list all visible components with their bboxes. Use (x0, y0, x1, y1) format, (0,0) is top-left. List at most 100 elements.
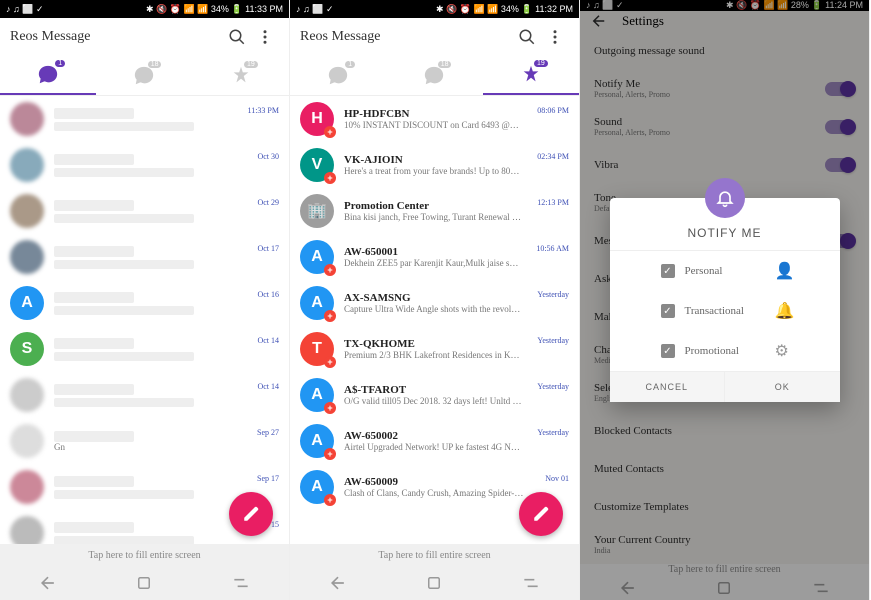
timestamp: Yesterday (537, 336, 569, 345)
conversation-row[interactable]: 🏢Promotion CenterBina kisi janch, Free T… (290, 188, 579, 234)
timestamp: 10:56 AM (536, 244, 569, 253)
message-preview (54, 490, 194, 499)
recents-button[interactable] (229, 571, 253, 595)
tabs: 1 18 19 (290, 56, 579, 96)
status-bar: ♪ ♫ ⬜ ✓ ✱ 🔇 ⏰ 📶 📶 34% 🔋 11:33 PM (0, 0, 289, 18)
contact-name (54, 246, 134, 257)
conversation-row[interactable]: A+AW-650002Airtel Upgraded Network! UP k… (290, 418, 579, 464)
search-icon[interactable] (223, 23, 251, 51)
timestamp: 12:13 PM (537, 198, 569, 207)
home-button[interactable] (132, 571, 156, 595)
row-content: Gn (54, 431, 243, 452)
avatar (10, 194, 44, 228)
timestamp: Oct 30 (257, 152, 279, 161)
tab-promotional[interactable]: 19 (483, 56, 579, 95)
plus-badge: + (324, 494, 336, 506)
conversation-row[interactable]: Oct 29 (0, 188, 289, 234)
avatar: A+ (300, 470, 334, 504)
sender-name: AW-650002 (344, 430, 523, 442)
timestamp: Oct 14 (257, 336, 279, 345)
back-button[interactable] (326, 571, 350, 595)
row-content (54, 200, 243, 223)
conversation-row[interactable]: V+VK-AJIOINHere's a treat from your fave… (290, 142, 579, 188)
tab-personal[interactable]: 1 (0, 56, 96, 95)
tab-badge: 1 (345, 61, 355, 68)
plus-badge: + (324, 264, 336, 276)
row-content: A$-TFAROTO/G valid till05 Dec 2018. 32 d… (344, 384, 523, 406)
status-bar: ♪ ♫ ⬜ ✓ ✱ 🔇 ⏰ 📶 📶 34% 🔋 11:32 PM (290, 0, 579, 18)
message-preview: Clash of Clans, Candy Crush, Amazing Spi… (344, 488, 531, 498)
row-content (54, 108, 234, 131)
conversation-row[interactable]: GnSep 27 (0, 418, 289, 464)
personal-tab-icon: 1 (327, 65, 349, 87)
dialog-option-transactional[interactable]: ✓ Transactional 🔔 (610, 291, 840, 331)
conversation-row[interactable]: Oct 17 (0, 234, 289, 280)
back-button[interactable] (36, 571, 60, 595)
sender-name: VK-AJIOIN (344, 154, 523, 166)
tabs: 1 18 19 (0, 56, 289, 96)
conversation-row[interactable]: Oct 30 (0, 142, 289, 188)
message-preview (54, 536, 194, 545)
avatar: A+ (300, 286, 334, 320)
dialog-option-personal[interactable]: ✓ Personal 👤 (610, 251, 840, 291)
message-preview (54, 168, 194, 177)
app-header: Reos Message (290, 18, 579, 56)
recents-button[interactable] (519, 571, 543, 595)
cancel-button[interactable]: CANCEL (610, 372, 726, 402)
dialog-overlay[interactable]: NOTIFY ME ✓ Personal 👤 ✓ Transactional 🔔… (580, 0, 869, 600)
avatar: S (10, 332, 44, 366)
compose-fab[interactable] (229, 492, 273, 536)
conversation-row[interactable]: S Oct 14 (0, 326, 289, 372)
sender-name: A$-TFAROT (344, 384, 523, 396)
contact-name (54, 522, 134, 533)
conversation-list[interactable]: 11:33 PM Oct 30 Oct 29Oct 17AOct 16 S Oct 14… (0, 96, 289, 544)
bell-icon: 🔔 (775, 301, 789, 321)
screen-personal: ♪ ♫ ⬜ ✓ ✱ 🔇 ⏰ 📶 📶 34% 🔋 11:33 PM Reos Me… (0, 0, 290, 600)
home-button[interactable] (422, 571, 446, 595)
conversation-row[interactable]: AOct 16 (0, 280, 289, 326)
conversation-row[interactable]: Oct 14 (0, 372, 289, 418)
message-preview: O/G valid till05 Dec 2018. 32 days left!… (344, 396, 523, 406)
row-content (54, 338, 243, 361)
conversation-row[interactable]: A+AW-650001Dekhein ZEE5 par Karenjit Kau… (290, 234, 579, 280)
timestamp: 02:34 PM (537, 152, 569, 161)
search-icon[interactable] (513, 23, 541, 51)
conversation-row[interactable]: A+A$-TFAROTO/G valid till05 Dec 2018. 32… (290, 372, 579, 418)
conversation-row[interactable]: H+HP-HDFCBN10% INSTANT DISCOUNT on Card … (290, 96, 579, 142)
tab-transactional[interactable]: 18 (96, 56, 192, 95)
row-content: Promotion CenterBina kisi janch, Free To… (344, 200, 523, 222)
timestamp: Yesterday (537, 290, 569, 299)
tab-transactional[interactable]: 18 (386, 56, 482, 95)
checkbox-icon: ✓ (661, 344, 675, 358)
message-preview: Dekhein ZEE5 par Karenjit Kaur,Mulk jais… (344, 258, 522, 268)
sender-name: HP-HDFCBN (344, 108, 523, 120)
dialog-option-promotional[interactable]: ✓ Promotional ⚙ (610, 331, 840, 371)
row-content (54, 522, 243, 545)
conversation-row[interactable]: 11:33 PM (0, 96, 289, 142)
more-icon[interactable] (251, 23, 279, 51)
more-icon[interactable] (541, 23, 569, 51)
row-content (54, 384, 243, 407)
conversation-row[interactable]: A+AX-SAMSNGCapture Ultra Wide Angle shot… (290, 280, 579, 326)
contact-name (54, 338, 134, 349)
plus-badge: + (324, 356, 336, 368)
conversation-list[interactable]: H+HP-HDFCBN10% INSTANT DISCOUNT on Card … (290, 96, 579, 544)
row-content (54, 476, 243, 499)
avatar (10, 148, 44, 182)
checkbox-icon: ✓ (661, 264, 675, 278)
plus-badge: + (324, 448, 336, 460)
tab-badge: 18 (148, 61, 162, 68)
tab-promotional[interactable]: 19 (193, 56, 289, 95)
sender-name: Promotion Center (344, 200, 523, 212)
row-content: HP-HDFCBN10% INSTANT DISCOUNT on Card 64… (344, 108, 523, 130)
conversation-row[interactable]: T+TX-QKHOMEPremium 2/3 BHK Lakefront Res… (290, 326, 579, 372)
fill-screen-hint[interactable]: Tap here to fill entire screen (0, 544, 289, 566)
option-label: Transactional (685, 305, 765, 317)
plus-badge: + (324, 402, 336, 414)
tab-personal[interactable]: 1 (290, 56, 386, 95)
ok-button[interactable]: OK (725, 372, 840, 402)
personal-tab-icon: 1 (37, 64, 59, 86)
fill-screen-hint[interactable]: Tap here to fill entire screen (290, 544, 579, 566)
compose-fab[interactable] (519, 492, 563, 536)
timestamp: Yesterday (537, 428, 569, 437)
